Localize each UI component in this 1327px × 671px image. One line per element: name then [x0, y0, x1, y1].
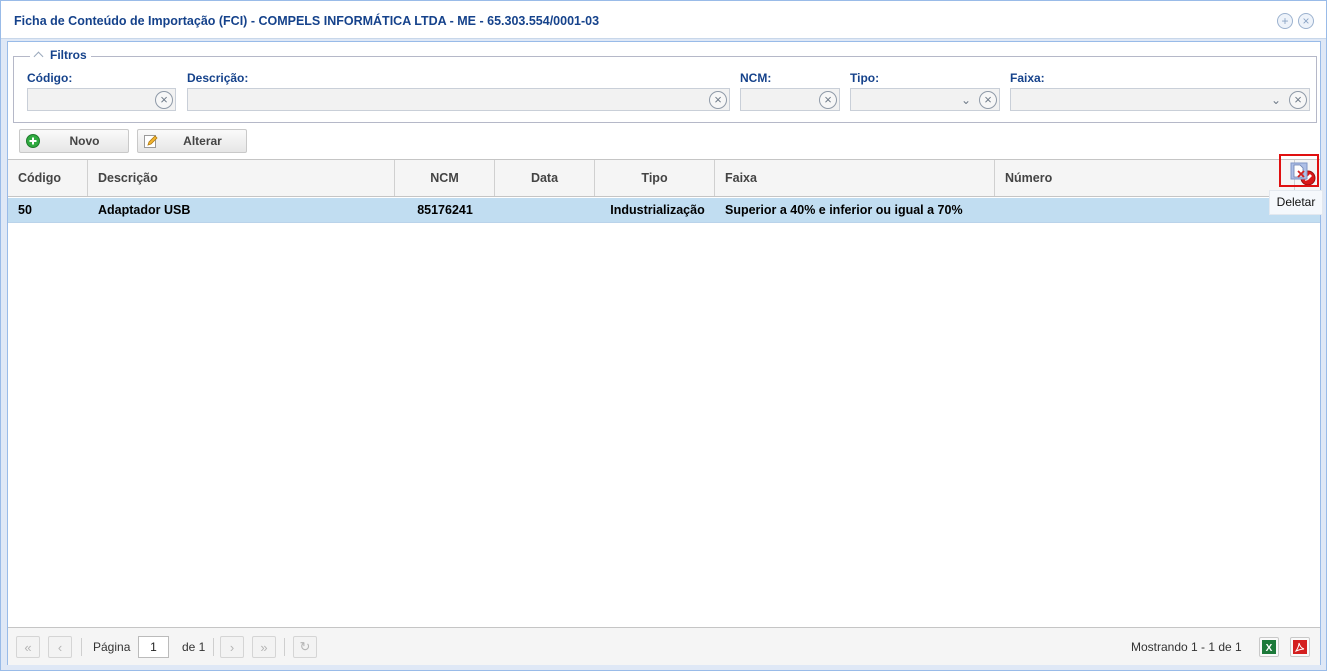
filters-legend[interactable]: Filtros — [30, 48, 91, 62]
paging-separator — [213, 638, 214, 656]
ncm-input[interactable]: × — [740, 88, 840, 111]
cell-data — [495, 198, 595, 223]
clear-ncm-icon[interactable]: × — [819, 91, 837, 109]
cell-descricao: Adaptador USB — [98, 203, 191, 217]
column-header-codigo[interactable]: Código — [8, 160, 88, 196]
page-label: Página — [93, 640, 131, 654]
excel-export-icon[interactable]: X — [1259, 637, 1279, 657]
fci-grid: Código Descrição NCM Data Tipo Faixa Núm… — [8, 159, 1320, 627]
ncm-label: NCM: — [740, 71, 772, 85]
codigo-label: Código: — [27, 71, 73, 85]
cell-codigo: 50 — [18, 203, 32, 217]
page-count-label: de 1 — [182, 640, 206, 654]
collapse-chevron-icon[interactable] — [32, 48, 46, 62]
column-header-numero[interactable]: Número — [995, 160, 1295, 196]
svg-text:X: X — [1266, 643, 1273, 654]
cell-tipo: Industrialização — [610, 203, 705, 217]
table-row[interactable]: 50 Adaptador USB 85176241 Industrializaç… — [8, 198, 1320, 223]
first-page-icon[interactable]: « — [16, 636, 40, 658]
faixa-select[interactable]: ⌄ × — [1010, 88, 1310, 111]
chevron-down-icon[interactable]: ⌄ — [959, 92, 973, 108]
close-circle-icon[interactable]: × — [1298, 13, 1314, 29]
tipo-select[interactable]: ⌄ × — [850, 88, 1000, 111]
paging-toolbar: « ‹ Página 1 de 1 › » ↻ Mostrando 1 - 1 … — [8, 627, 1320, 665]
novo-button-label: Novo — [69, 134, 100, 148]
filters-legend-label: Filtros — [50, 48, 87, 62]
paging-display-info: Mostrando 1 - 1 de 1 — [1131, 640, 1242, 654]
clear-descricao-icon[interactable]: × — [709, 91, 727, 109]
cell-ncm: 85176241 — [417, 203, 473, 217]
alterar-button[interactable]: Alterar — [137, 129, 247, 153]
grid-header: Código Descrição NCM Data Tipo Faixa Núm… — [8, 160, 1320, 197]
codigo-input[interactable]: × — [27, 88, 176, 111]
next-page-icon[interactable]: › — [220, 636, 244, 658]
chevron-down-icon[interactable]: ⌄ — [1269, 92, 1283, 108]
column-header-faixa[interactable]: Faixa — [715, 160, 995, 196]
clear-tipo-icon[interactable]: × — [979, 91, 997, 109]
delete-document-icon — [1290, 162, 1308, 179]
column-header-ncm[interactable]: NCM — [395, 160, 495, 196]
delete-row-button[interactable] — [1279, 154, 1319, 187]
refresh-icon[interactable]: ↻ — [293, 636, 317, 658]
novo-button[interactable]: Novo — [19, 129, 129, 153]
descricao-input[interactable]: × — [187, 88, 730, 111]
faixa-label: Faixa: — [1010, 71, 1045, 85]
edit-pencil-icon — [143, 133, 159, 149]
cell-numero — [995, 198, 1295, 223]
window-body: Filtros Código: × Descrição: × NCM: × Ti… — [7, 41, 1321, 665]
clear-faixa-icon[interactable]: × — [1289, 91, 1307, 109]
paging-separator — [284, 638, 285, 656]
tipo-label: Tipo: — [850, 71, 880, 85]
prev-page-icon[interactable]: ‹ — [48, 636, 72, 658]
page-number-input[interactable]: 1 — [138, 636, 169, 658]
window-titlebar: Ficha de Conteúdo de Importação (FCI) - … — [1, 1, 1326, 39]
delete-tooltip: Deletar — [1269, 190, 1323, 215]
alterar-button-label: Alterar — [183, 134, 222, 148]
cell-faixa: Superior a 40% e inferior ou igual a 70% — [725, 203, 963, 217]
fci-window: Ficha de Conteúdo de Importação (FCI) - … — [0, 0, 1327, 671]
paging-separator — [81, 638, 82, 656]
clear-codigo-icon[interactable]: × — [155, 91, 173, 109]
pdf-export-icon[interactable] — [1290, 637, 1310, 657]
add-circle-icon[interactable]: + — [1277, 13, 1293, 29]
window-title: Ficha de Conteúdo de Importação (FCI) - … — [14, 14, 600, 28]
column-header-descricao[interactable]: Descrição — [88, 160, 395, 196]
column-header-tipo[interactable]: Tipo — [595, 160, 715, 196]
descricao-label: Descrição: — [187, 71, 249, 85]
add-green-icon — [25, 133, 41, 149]
column-header-data[interactable]: Data — [495, 160, 595, 196]
last-page-icon[interactable]: » — [252, 636, 276, 658]
